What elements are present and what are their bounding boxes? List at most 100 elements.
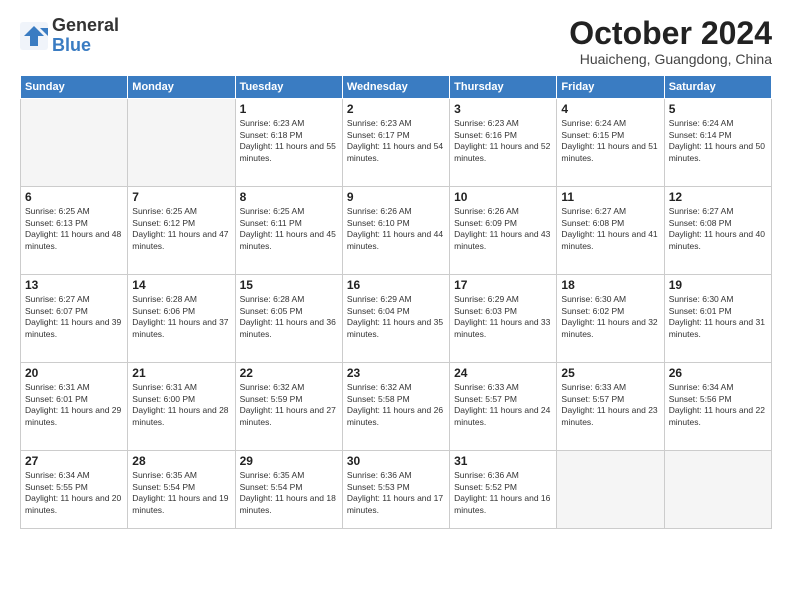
- cell-info: Sunrise: 6:23 AM Sunset: 6:18 PM Dayligh…: [240, 118, 338, 164]
- cell-info: Sunrise: 6:23 AM Sunset: 6:17 PM Dayligh…: [347, 118, 445, 164]
- cell-info: Sunrise: 6:35 AM Sunset: 5:54 PM Dayligh…: [132, 470, 230, 516]
- cell-info: Sunrise: 6:31 AM Sunset: 6:01 PM Dayligh…: [25, 382, 123, 428]
- cell-info: Sunrise: 6:24 AM Sunset: 6:15 PM Dayligh…: [561, 118, 659, 164]
- calendar-cell: 17Sunrise: 6:29 AM Sunset: 6:03 PM Dayli…: [450, 275, 557, 363]
- day-number: 20: [25, 366, 123, 380]
- day-number: 19: [669, 278, 767, 292]
- cell-info: Sunrise: 6:28 AM Sunset: 6:05 PM Dayligh…: [240, 294, 338, 340]
- header-sunday: Sunday: [21, 76, 128, 99]
- logo-icon: [20, 22, 48, 50]
- cell-info: Sunrise: 6:27 AM Sunset: 6:08 PM Dayligh…: [669, 206, 767, 252]
- day-number: 4: [561, 102, 659, 116]
- header-saturday: Saturday: [664, 76, 771, 99]
- calendar-cell: 27Sunrise: 6:34 AM Sunset: 5:55 PM Dayli…: [21, 451, 128, 529]
- calendar-cell: 10Sunrise: 6:26 AM Sunset: 6:09 PM Dayli…: [450, 187, 557, 275]
- cell-info: Sunrise: 6:25 AM Sunset: 6:13 PM Dayligh…: [25, 206, 123, 252]
- day-number: 16: [347, 278, 445, 292]
- week-row-2: 6 Sunrise: 6:25 AM Sunset: 6:13 PM Daylig…: [21, 187, 772, 275]
- week-row-4: 20 Sunrise: 6:31 AM Sunset: 6:01 PM Dayli…: [21, 363, 772, 451]
- calendar: Sunday Monday Tuesday Wednesday Thursday…: [20, 75, 772, 529]
- cell-info: Sunrise: 6:33 AM Sunset: 5:57 PM Dayligh…: [454, 382, 552, 428]
- calendar-cell: 13Sunrise: 6:27 AM Sunset: 6:07 PM Dayli…: [21, 275, 128, 363]
- day-number: 25: [561, 366, 659, 380]
- calendar-cell: 28Sunrise: 6:35 AM Sunset: 5:54 PM Dayli…: [128, 451, 235, 529]
- calendar-cell: 23Sunrise: 6:32 AM Sunset: 5:58 PM Dayli…: [342, 363, 449, 451]
- day-number: 31: [454, 454, 552, 468]
- calendar-cell: 8Sunrise: 6:25 AM Sunset: 6:11 PM Daylig…: [235, 187, 342, 275]
- cell-info: Sunrise: 6:28 AM Sunset: 6:06 PM Dayligh…: [132, 294, 230, 340]
- location: Huaicheng, Guangdong, China: [569, 51, 772, 67]
- calendar-cell: 26Sunrise: 6:34 AM Sunset: 5:56 PM Dayli…: [664, 363, 771, 451]
- day-number: 1: [240, 102, 338, 116]
- day-number: 12: [669, 190, 767, 204]
- day-number: 5: [669, 102, 767, 116]
- calendar-cell: 18Sunrise: 6:30 AM Sunset: 6:02 PM Dayli…: [557, 275, 664, 363]
- header-thursday: Thursday: [450, 76, 557, 99]
- day-number: 10: [454, 190, 552, 204]
- calendar-cell: 24 Sunrise: 6:33 AM Sunset: 5:57 PM Dayli…: [450, 363, 557, 451]
- calendar-cell: 22 Sunrise: 6:32 AM Sunset: 5:59 PM Dayli…: [235, 363, 342, 451]
- calendar-cell: 30 Sunrise: 6:36 AM Sunset: 5:53 PM Dayli…: [342, 451, 449, 529]
- cell-info: Sunrise: 6:36 AM Sunset: 5:52 PM Dayligh…: [454, 470, 552, 516]
- day-number: 2: [347, 102, 445, 116]
- logo-blue-text: Blue: [52, 36, 119, 56]
- calendar-cell: 9 Sunrise: 6:26 AM Sunset: 6:10 PM Daylig…: [342, 187, 449, 275]
- calendar-cell: 12 Sunrise: 6:27 AM Sunset: 6:08 PM Dayli…: [664, 187, 771, 275]
- month-title: October 2024: [569, 16, 772, 51]
- cell-info: Sunrise: 6:36 AM Sunset: 5:53 PM Dayligh…: [347, 470, 445, 516]
- calendar-header-row: Sunday Monday Tuesday Wednesday Thursday…: [21, 76, 772, 99]
- day-number: 22: [240, 366, 338, 380]
- calendar-cell: [128, 99, 235, 187]
- day-number: 24: [454, 366, 552, 380]
- cell-info: Sunrise: 6:25 AM Sunset: 6:11 PM Dayligh…: [240, 206, 338, 252]
- cell-info: Sunrise: 6:30 AM Sunset: 6:02 PM Dayligh…: [561, 294, 659, 340]
- calendar-cell: [21, 99, 128, 187]
- day-number: 30: [347, 454, 445, 468]
- header-monday: Monday: [128, 76, 235, 99]
- cell-info: Sunrise: 6:29 AM Sunset: 6:03 PM Dayligh…: [454, 294, 552, 340]
- cell-info: Sunrise: 6:33 AM Sunset: 5:57 PM Dayligh…: [561, 382, 659, 428]
- header-tuesday: Tuesday: [235, 76, 342, 99]
- day-number: 3: [454, 102, 552, 116]
- day-number: 6: [25, 190, 123, 204]
- calendar-cell: 7 Sunrise: 6:25 AM Sunset: 6:12 PM Daylig…: [128, 187, 235, 275]
- header-wednesday: Wednesday: [342, 76, 449, 99]
- calendar-cell: [664, 451, 771, 529]
- calendar-cell: 6 Sunrise: 6:25 AM Sunset: 6:13 PM Daylig…: [21, 187, 128, 275]
- header-friday: Friday: [557, 76, 664, 99]
- calendar-cell: 29Sunrise: 6:35 AM Sunset: 5:54 PM Dayli…: [235, 451, 342, 529]
- day-number: 14: [132, 278, 230, 292]
- day-number: 7: [132, 190, 230, 204]
- day-number: 21: [132, 366, 230, 380]
- cell-info: Sunrise: 6:30 AM Sunset: 6:01 PM Dayligh…: [669, 294, 767, 340]
- day-number: 15: [240, 278, 338, 292]
- calendar-cell: 14 Sunrise: 6:28 AM Sunset: 6:06 PM Dayli…: [128, 275, 235, 363]
- day-number: 23: [347, 366, 445, 380]
- day-number: 9: [347, 190, 445, 204]
- calendar-cell: 15 Sunrise: 6:28 AM Sunset: 6:05 PM Dayli…: [235, 275, 342, 363]
- calendar-cell: 2 Sunrise: 6:23 AM Sunset: 6:17 PM Daylig…: [342, 99, 449, 187]
- calendar-cell: 4 Sunrise: 6:24 AM Sunset: 6:15 PM Daylig…: [557, 99, 664, 187]
- cell-info: Sunrise: 6:34 AM Sunset: 5:55 PM Dayligh…: [25, 470, 123, 516]
- calendar-cell: 11Sunrise: 6:27 AM Sunset: 6:08 PM Dayli…: [557, 187, 664, 275]
- cell-info: Sunrise: 6:34 AM Sunset: 5:56 PM Dayligh…: [669, 382, 767, 428]
- cell-info: Sunrise: 6:25 AM Sunset: 6:12 PM Dayligh…: [132, 206, 230, 252]
- calendar-cell: 5 Sunrise: 6:24 AM Sunset: 6:14 PM Daylig…: [664, 99, 771, 187]
- cell-info: Sunrise: 6:23 AM Sunset: 6:16 PM Dayligh…: [454, 118, 552, 164]
- cell-info: Sunrise: 6:32 AM Sunset: 5:59 PM Dayligh…: [240, 382, 338, 428]
- calendar-cell: 20 Sunrise: 6:31 AM Sunset: 6:01 PM Dayli…: [21, 363, 128, 451]
- calendar-cell: 1 Sunrise: 6:23 AM Sunset: 6:18 PM Daylig…: [235, 99, 342, 187]
- title-block: October 2024 Huaicheng, Guangdong, China: [569, 16, 772, 67]
- calendar-cell: 25 Sunrise: 6:33 AM Sunset: 5:57 PM Dayli…: [557, 363, 664, 451]
- week-row-1: 1 Sunrise: 6:23 AM Sunset: 6:18 PM Daylig…: [21, 99, 772, 187]
- cell-info: Sunrise: 6:24 AM Sunset: 6:14 PM Dayligh…: [669, 118, 767, 164]
- calendar-cell: 21Sunrise: 6:31 AM Sunset: 6:00 PM Dayli…: [128, 363, 235, 451]
- week-row-3: 13Sunrise: 6:27 AM Sunset: 6:07 PM Dayli…: [21, 275, 772, 363]
- day-number: 11: [561, 190, 659, 204]
- calendar-cell: 19 Sunrise: 6:30 AM Sunset: 6:01 PM Dayli…: [664, 275, 771, 363]
- calendar-cell: 31 Sunrise: 6:36 AM Sunset: 5:52 PM Dayli…: [450, 451, 557, 529]
- calendar-cell: 16Sunrise: 6:29 AM Sunset: 6:04 PM Dayli…: [342, 275, 449, 363]
- logo: General Blue: [20, 16, 119, 56]
- cell-info: Sunrise: 6:26 AM Sunset: 6:10 PM Dayligh…: [347, 206, 445, 252]
- calendar-cell: 3 Sunrise: 6:23 AM Sunset: 6:16 PM Daylig…: [450, 99, 557, 187]
